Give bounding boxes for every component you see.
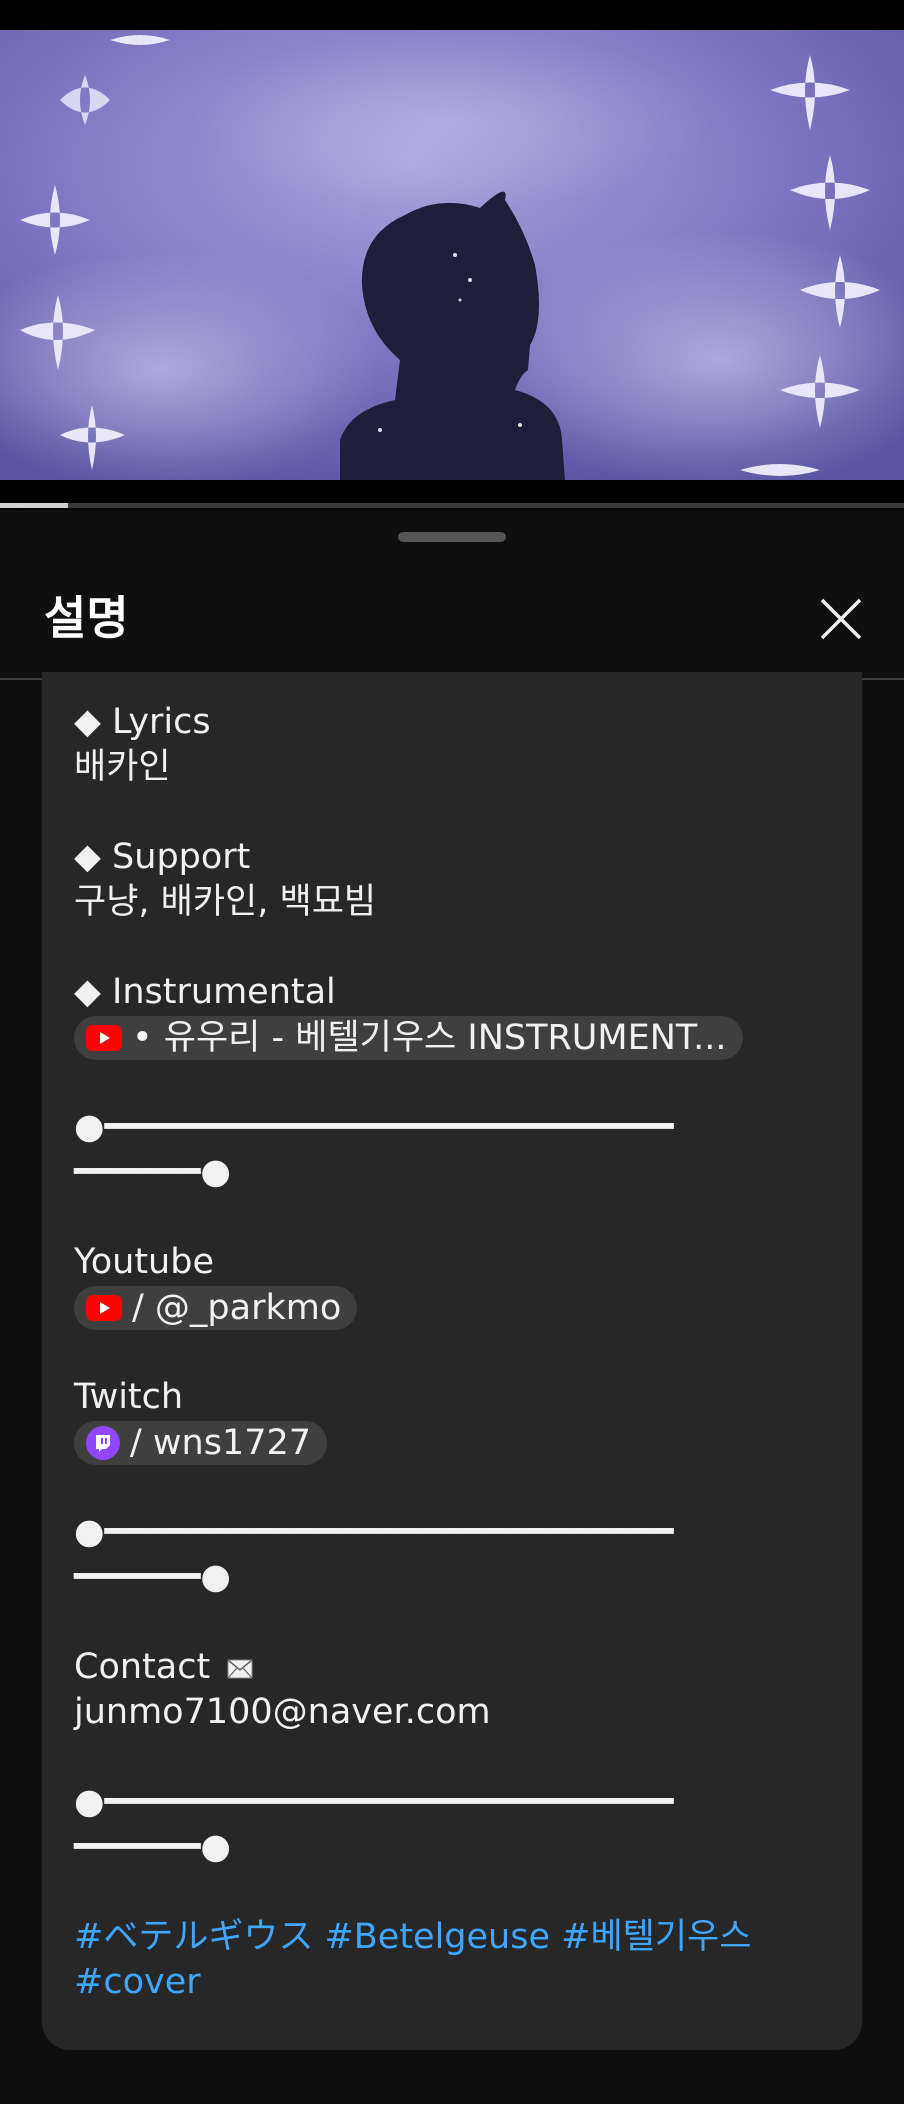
twitch-link-text: / wns1727 xyxy=(130,1422,312,1463)
separator-2a: ●━━━━━━━━━━━━━━━━━━━━━━━━━━━ xyxy=(74,1512,674,1552)
video-progress-fill xyxy=(0,503,68,508)
instrumental-heading: ◆ Instrumental xyxy=(74,972,336,1012)
separator-3b: ━━━━━━● xyxy=(74,1827,231,1867)
lyrics-heading: ◆ Lyrics xyxy=(74,702,211,742)
youtube-channel-chip[interactable]: / @_parkmo xyxy=(74,1286,358,1330)
separator-1b: ━━━━━━● xyxy=(74,1152,231,1192)
sheet-header: 설명 xyxy=(0,570,904,680)
youtube-icon xyxy=(86,1295,122,1321)
video-thumbnail[interactable] xyxy=(0,30,904,480)
support-heading: ◆ Support xyxy=(74,837,251,877)
lyrics-value: 배카인 xyxy=(74,747,171,787)
twitch-heading: Twitch xyxy=(74,1377,184,1417)
youtube-heading: Youtube xyxy=(74,1242,214,1282)
separator-3a: ●━━━━━━━━━━━━━━━━━━━━━━━━━━━ xyxy=(74,1782,674,1822)
envelope-icon xyxy=(227,1646,253,1691)
twitch-channel-chip[interactable]: / wns1727 xyxy=(74,1421,328,1465)
hashtags-line-1[interactable]: #ベテルギウス #Betelgeuse #베텔기우스 xyxy=(74,1915,834,1960)
support-value: 구냥, 배카인, 백묘빔 xyxy=(74,882,377,922)
contact-email[interactable]: junmo7100@naver.com xyxy=(74,1690,834,1735)
instrumental-link-chip[interactable]: • 유우리 - 베텔기우스 INSTRUMENT... xyxy=(74,1016,743,1060)
sheet-drag-handle[interactable] xyxy=(398,532,506,542)
video-progress-bar[interactable] xyxy=(0,503,904,508)
close-button[interactable] xyxy=(812,590,870,648)
contact-row: Contact xyxy=(74,1645,834,1690)
twitch-icon xyxy=(86,1426,120,1460)
video-artwork xyxy=(0,30,904,480)
description-text: ◆ Lyrics 배카인 ◆ Support 구냥, 배카인, 백묘빔 ◆ In… xyxy=(74,700,834,2005)
youtube-link-text: / @_parkmo xyxy=(132,1287,342,1328)
contact-heading: Contact xyxy=(74,1647,211,1687)
instrumental-link-text: • 유우리 - 베텔기우스 INSTRUMENT... xyxy=(132,1017,727,1058)
instrumental-row: • 유우리 - 베텔기우스 INSTRUMENT... xyxy=(74,1015,834,1060)
hashtags-line-2[interactable]: #cover xyxy=(74,1960,834,2005)
youtube-row: / @_parkmo xyxy=(74,1285,834,1330)
youtube-icon xyxy=(86,1025,122,1051)
video-player[interactable] xyxy=(0,0,904,510)
separator-2b: ━━━━━━● xyxy=(74,1557,231,1597)
sheet-title: 설명 xyxy=(44,591,129,645)
close-icon xyxy=(820,598,862,640)
separator-1a: ●━━━━━━━━━━━━━━━━━━━━━━━━━━━ xyxy=(74,1107,674,1147)
twitch-row: / wns1727 xyxy=(74,1420,834,1465)
